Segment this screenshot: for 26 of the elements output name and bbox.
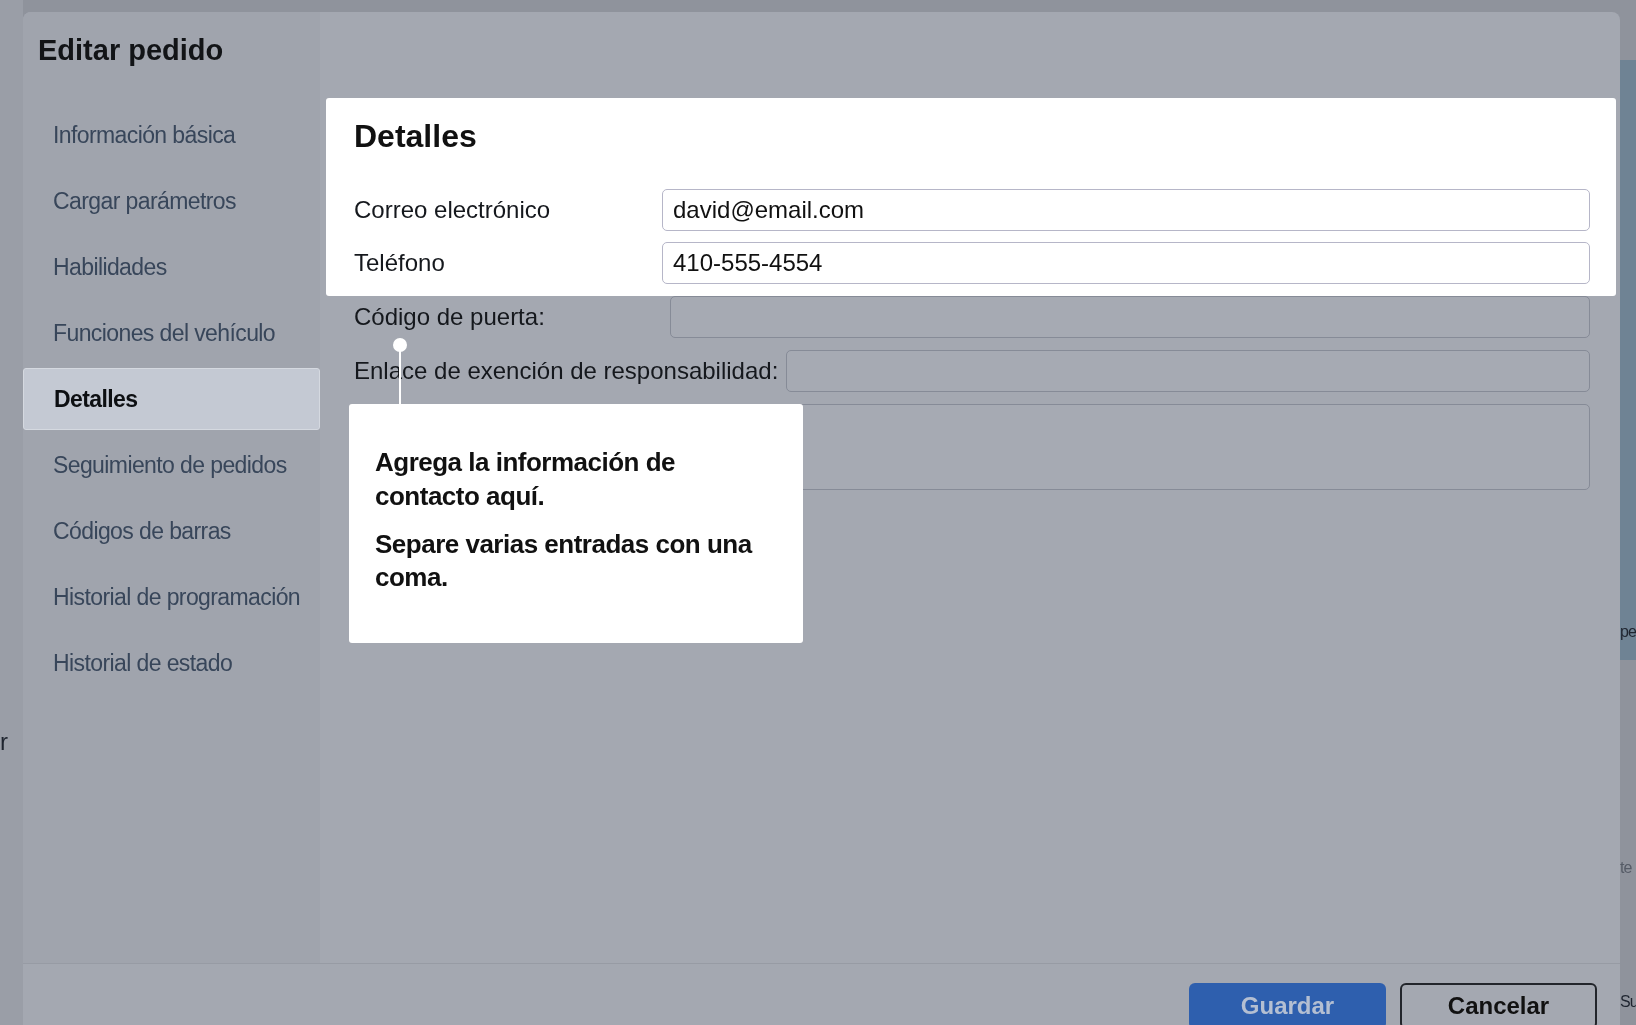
field-label: Correo electrónico (354, 196, 552, 224)
dialog-title: Editar pedido (37, 33, 225, 67)
background-text: Su (1620, 994, 1636, 1010)
input-field[interactable] (786, 350, 1590, 392)
input-field[interactable]: 410-555-4554 (662, 242, 1590, 284)
sidebar-item[interactable]: Historial de programación (23, 564, 320, 630)
sidebar-item[interactable]: Habilidades (23, 234, 320, 300)
field-label: Teléfono (354, 249, 446, 277)
section-heading: Detalles (354, 118, 478, 155)
sidebar-item[interactable]: Funciones del vehículo (23, 300, 320, 366)
field-label: Código de puerta: (354, 303, 546, 331)
sidebar-item[interactable]: Información básica (23, 102, 320, 168)
dialog-button[interactable]: Cancelar (1400, 983, 1597, 1025)
background-text: te (1620, 860, 1632, 876)
sidebar-item[interactable]: Detalles (23, 368, 320, 430)
tooltip-text: Separe varias entradas con una coma. (375, 527, 754, 595)
sidebar-item[interactable]: Seguimiento de pedidos (23, 432, 320, 498)
input-field[interactable]: david@email.com (662, 189, 1590, 231)
background-text: r (0, 730, 8, 754)
input-field[interactable] (670, 296, 1590, 338)
sidebar-item[interactable]: Cargar parámetros (23, 168, 320, 234)
background-text: pe (1620, 624, 1636, 640)
sidebar-item[interactable]: Códigos de barras (23, 498, 320, 564)
dialog-button[interactable]: Guardar (1189, 983, 1386, 1025)
sidebar-item[interactable]: Historial de estado (23, 630, 320, 696)
tooltip-text: Agrega la información de contacto aquí. (375, 446, 677, 513)
